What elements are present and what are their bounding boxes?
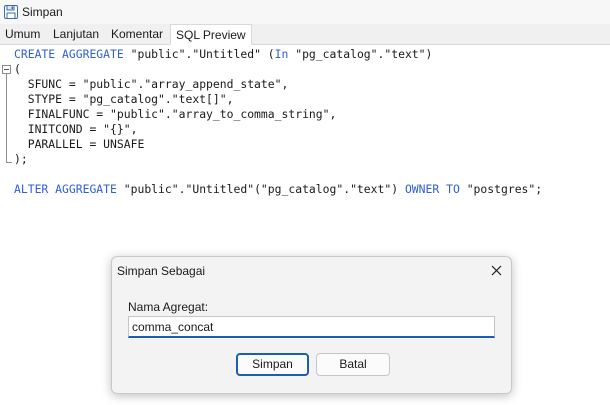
sql-line: INITCOND = "{}", <box>27 122 138 136</box>
tab-lanjutan[interactable]: Lanjutan <box>48 24 104 44</box>
save-button[interactable]: Simpan <box>1 2 66 22</box>
fold-collapse-icon[interactable] <box>2 65 11 74</box>
save-button-dialog[interactable]: Simpan <box>236 353 309 376</box>
cancel-button[interactable]: Batal <box>316 353 390 376</box>
aggregate-name-label: Nama Agregat: <box>128 300 209 314</box>
dialog-close-button[interactable] <box>485 260 507 280</box>
save-button-label: Simpan <box>22 5 63 19</box>
tab-bar: Umum Lanjutan Komentar SQL Preview <box>0 24 610 45</box>
sql-line: ( <box>14 62 21 76</box>
tab-komentar[interactable]: Komentar <box>106 24 168 44</box>
sql-line: STYPE = "pg_catalog"."text[]", <box>27 92 234 106</box>
fold-guide-line <box>6 74 7 162</box>
tab-umum[interactable]: Umum <box>0 24 45 44</box>
close-icon <box>491 265 501 275</box>
save-as-dialog: Simpan Sebagai Nama Agregat: Simpan Bata… <box>111 256 512 394</box>
sql-line: FINALFUNC = "public"."array_to_comma_str… <box>27 107 337 121</box>
dialog-title: Simpan Sebagai <box>117 264 206 278</box>
tab-sql-preview[interactable]: SQL Preview <box>170 24 252 45</box>
floppy-disk-icon <box>4 5 18 19</box>
sql-line: ); <box>14 152 28 166</box>
sql-line: CREATE AGGREGATE "public"."Untitled" (In… <box>14 47 433 61</box>
toolbar: Simpan <box>0 0 610 24</box>
sql-line: SFUNC = "public"."array_append_state", <box>27 77 289 91</box>
sql-line: PARALLEL = UNSAFE <box>27 137 145 151</box>
aggregate-name-input[interactable] <box>128 316 495 338</box>
dialog-body: Nama Agregat: Simpan Batal <box>112 285 511 393</box>
sql-line: ALTER AGGREGATE "public"."Untitled"("pg_… <box>14 182 543 196</box>
fold-end-marker <box>6 162 12 163</box>
